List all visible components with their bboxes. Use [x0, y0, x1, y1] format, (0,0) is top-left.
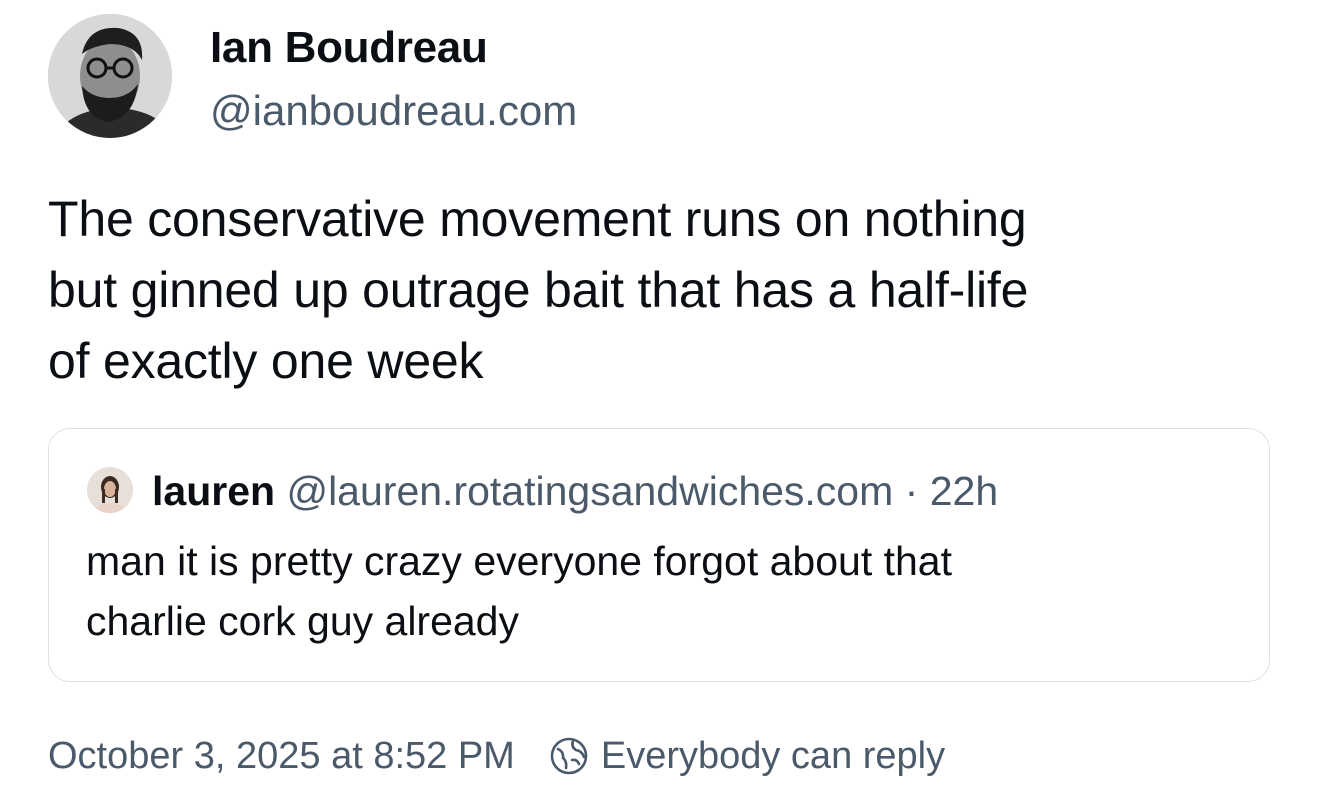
globe-icon [549, 736, 589, 776]
avatar-photo-icon [87, 467, 133, 513]
quote-time[interactable]: 22h [930, 468, 998, 514]
author-name[interactable]: Ian Boudreau [210, 20, 488, 76]
post-card: Ian Boudreau @ianboudreau.com The conser… [0, 0, 1320, 806]
reply-setting[interactable]: Everybody can reply [601, 735, 945, 778]
quote-separator: · [904, 468, 919, 514]
quote-author-handle[interactable]: @lauren.rotatingsandwiches.com [286, 468, 893, 514]
author-avatar[interactable] [48, 14, 172, 138]
quoted-post[interactable]: lauren @lauren.rotatingsandwiches.com · … [48, 428, 1270, 682]
post-timestamp: October 3, 2025 at 8:52 PM [48, 734, 515, 777]
post-footer: October 3, 2025 at 8:52 PM Everybody can… [48, 730, 945, 782]
author-handle[interactable]: @ianboudreau.com [210, 83, 577, 139]
post-text-line: of exactly one week [48, 333, 484, 389]
quote-header: lauren @lauren.rotatingsandwiches.com · … [152, 465, 998, 517]
quote-author-name[interactable]: lauren [152, 468, 275, 514]
post-text: The conservative movement runs on nothin… [48, 184, 1248, 397]
quote-author-avatar[interactable] [87, 467, 133, 513]
quote-text: man it is pretty crazy everyone forgot a… [86, 531, 1236, 651]
post-text-line: The conservative movement runs on nothin… [48, 191, 1027, 247]
post-text-line: but ginned up outrage bait that has a ha… [48, 262, 1029, 318]
quote-text-line: charlie cork guy already [86, 598, 519, 644]
avatar-photo-icon [48, 14, 172, 138]
quote-text-line: man it is pretty crazy everyone forgot a… [86, 538, 952, 584]
